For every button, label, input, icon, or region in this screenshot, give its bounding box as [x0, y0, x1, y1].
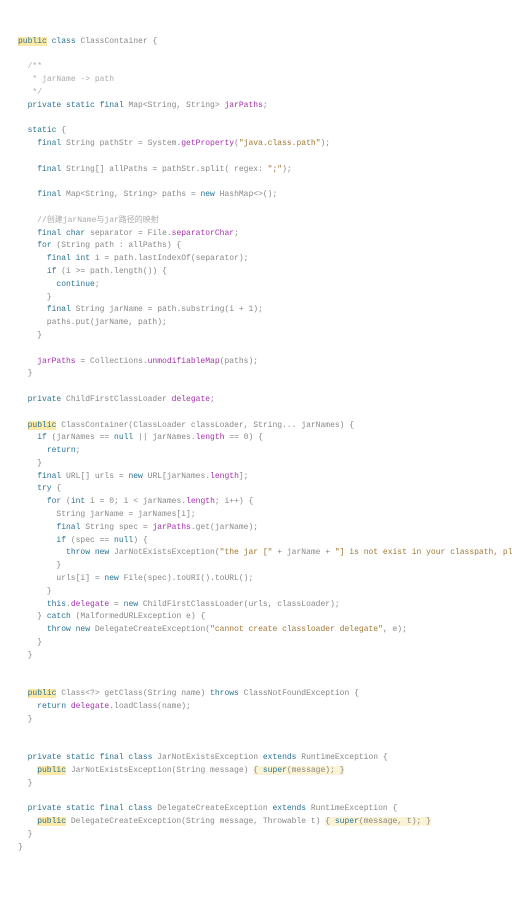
- code-line: private static final class DelegateCreat…: [18, 803, 494, 816]
- code-line: }: [18, 829, 494, 842]
- code-line: for (int i = 0; i < jarNames.length; i++…: [18, 496, 494, 509]
- code-line: } catch (MalformedURLException e) {: [18, 611, 494, 624]
- code-line: }: [18, 778, 494, 791]
- code-line: //创建jarName与jar路径的映射: [18, 215, 494, 228]
- code-line: for (String path : allPaths) {: [18, 240, 494, 253]
- code-line: final URL[] urls = new URL[jarNames.leng…: [18, 471, 494, 484]
- code-line: if (i >= path.length()) {: [18, 266, 494, 279]
- code-line: try {: [18, 483, 494, 496]
- code-line: throw new DelegateCreateException("canno…: [18, 624, 494, 637]
- code-line: }: [18, 586, 494, 599]
- code-line: final String pathStr = System.getPropert…: [18, 138, 494, 151]
- code-line: final int i = path.lastIndexOf(separator…: [18, 253, 494, 266]
- code-line: public class ClassContainer {: [18, 36, 494, 49]
- code-line: [18, 176, 494, 189]
- code-line: final char separator = File.separatorCha…: [18, 228, 494, 241]
- code-line: /**: [18, 61, 494, 74]
- code-line: continue;: [18, 279, 494, 292]
- code-line: }: [18, 842, 494, 855]
- code-line: * jarName -> path: [18, 74, 494, 87]
- code-line: jarPaths = Collections.unmodifiableMap(p…: [18, 356, 494, 369]
- code-line: public ClassContainer(ClassLoader classL…: [18, 420, 494, 433]
- code-line: [18, 48, 494, 61]
- code-line: private static final Map<String, String>…: [18, 100, 494, 113]
- code-line: if (jarNames == null || jarNames.length …: [18, 432, 494, 445]
- code-line: }: [18, 560, 494, 573]
- code-line: [18, 791, 494, 804]
- code-line: static {: [18, 125, 494, 138]
- code-line: this.delegate = new ChildFirstClassLoade…: [18, 599, 494, 612]
- code-line: }: [18, 650, 494, 663]
- code-line: }: [18, 637, 494, 650]
- code-line: throw new JarNotExistsException("the jar…: [18, 547, 494, 560]
- code-line: paths.put(jarName, path);: [18, 317, 494, 330]
- code-line: return delegate.loadClass(name);: [18, 701, 494, 714]
- code-line: [18, 675, 494, 688]
- code-line: private static final class JarNotExistsE…: [18, 752, 494, 765]
- code-line: public Class<?> getClass(String name) th…: [18, 688, 494, 701]
- code-line: }: [18, 714, 494, 727]
- code-line: urls[i] = new File(spec).toURI().toURL()…: [18, 573, 494, 586]
- code-line: [18, 112, 494, 125]
- code-line: final Map<String, String> paths = new Ha…: [18, 189, 494, 202]
- code-line: public JarNotExistsException(String mess…: [18, 765, 494, 778]
- code-line: private ChildFirstClassLoader delegate;: [18, 394, 494, 407]
- code-line: [18, 663, 494, 676]
- code-line: [18, 343, 494, 356]
- code-line: String jarName = jarNames[i];: [18, 509, 494, 522]
- code-line: }: [18, 368, 494, 381]
- code-line: [18, 727, 494, 740]
- code-line: return;: [18, 445, 494, 458]
- code-line: }: [18, 330, 494, 343]
- code-line: [18, 739, 494, 752]
- code-line: [18, 381, 494, 394]
- code-line: final String spec = jarPaths.get(jarName…: [18, 522, 494, 535]
- code-block: public class ClassContainer { /** * jarN…: [18, 36, 494, 855]
- code-line: }: [18, 292, 494, 305]
- code-line: [18, 202, 494, 215]
- code-line: [18, 407, 494, 420]
- code-line: if (spec == null) {: [18, 535, 494, 548]
- code-line: final String[] allPaths = pathStr.split(…: [18, 164, 494, 177]
- code-line: public DelegateCreateException(String me…: [18, 816, 494, 829]
- code-line: final String jarName = path.substring(i …: [18, 304, 494, 317]
- code-line: */: [18, 87, 494, 100]
- code-line: }: [18, 458, 494, 471]
- code-line: [18, 151, 494, 164]
